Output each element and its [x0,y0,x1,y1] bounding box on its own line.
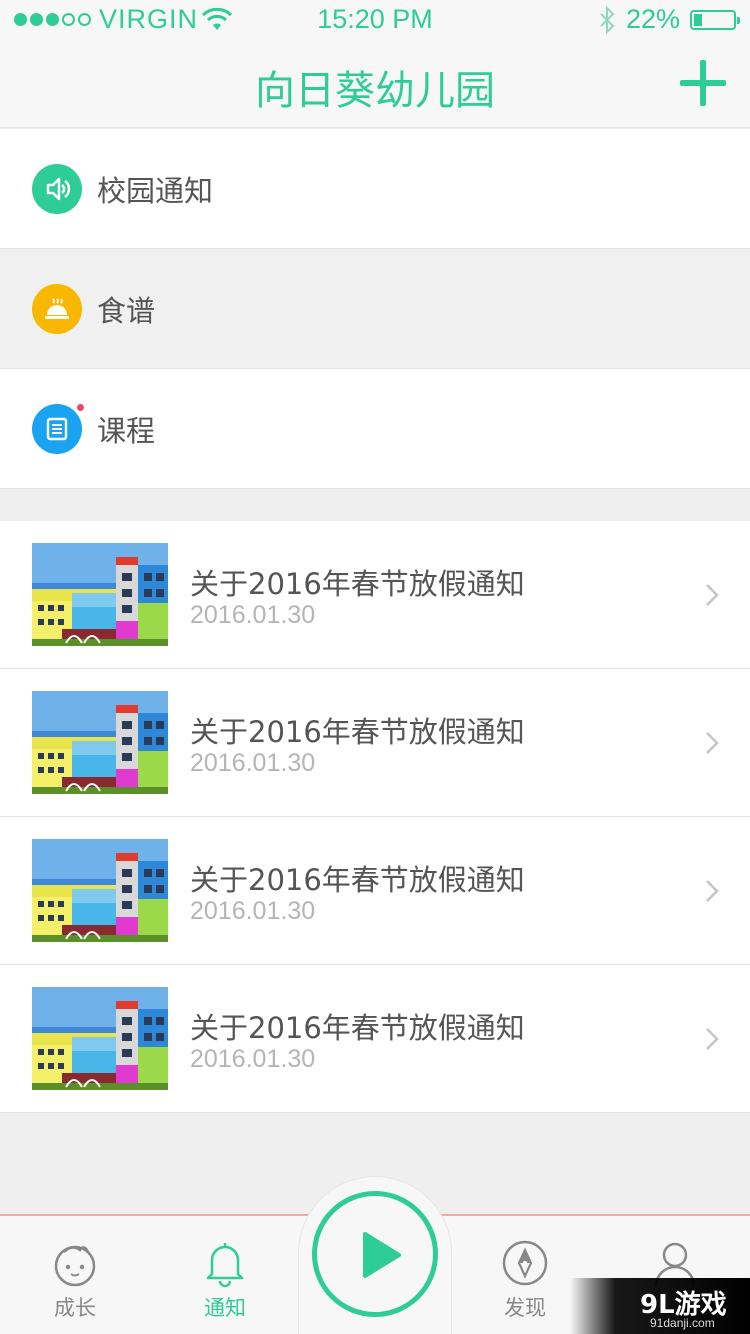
news-thumbnail [32,987,168,1090]
chevron-right-icon [706,1028,719,1050]
compass-icon [502,1240,548,1286]
news-date: 2016.01.30 [190,1045,316,1073]
menu-item-campus-notice[interactable]: 校园通知 [0,129,750,249]
news-thumbnail [32,691,168,794]
status-bar: VIRGIN 15:20 PM 22% [0,0,750,40]
menu-label: 课程 [97,413,156,448]
watermark-url: 91danji.com [650,1316,715,1330]
add-button[interactable] [680,60,726,106]
news-title: 关于2016年春节放假通知 [190,1011,525,1045]
bluetooth-icon [600,5,615,34]
news-title: 关于2016年春节放假通知 [190,863,525,897]
document-icon [32,401,86,454]
battery-icon [690,9,740,30]
play-button[interactable] [312,1191,438,1317]
baby-face-icon [54,1245,96,1287]
notification-badge [75,401,86,413]
chevron-right-icon [706,880,719,902]
news-thumbnail [32,839,168,942]
tab-label: 成长 [54,1296,96,1320]
news-date: 2016.01.30 [190,897,316,925]
list-item[interactable]: 关于2016年春节放假通知 2016.01.30 [0,965,750,1113]
menu-label: 食谱 [97,293,156,328]
list-item[interactable]: 关于2016年春节放假通知 2016.01.30 [0,521,750,669]
menu-item-recipe[interactable]: 食谱 [0,249,750,369]
watermark-logo: 9L游戏 91danji.com [570,1278,750,1334]
news-list: 关于2016年春节放假通知 2016.01.30 关于2016年春节放假通知 2… [0,521,750,1113]
page-title: 向日葵幼儿园 [255,68,495,114]
list-item[interactable]: 关于2016年春节放假通知 2016.01.30 [0,669,750,817]
battery-percent: 22% [625,4,680,34]
news-title: 关于2016年春节放假通知 [190,567,525,601]
news-thumbnail [32,543,168,646]
tab-notice[interactable]: 通知 [150,1216,300,1334]
tab-growth[interactable]: 成长 [0,1216,150,1334]
navigation-bar: 向日葵幼儿园 [0,40,750,128]
tab-label: 通知 [204,1296,246,1320]
news-date: 2016.01.30 [190,601,316,629]
list-item[interactable]: 关于2016年春节放假通知 2016.01.30 [0,817,750,965]
menu-item-course[interactable]: 课程 [0,369,750,489]
play-icon [363,1232,401,1278]
chevron-right-icon [706,732,719,754]
dish-icon [32,283,82,334]
menu-label: 校园通知 [97,173,214,208]
feature-menu: 校园通知 食谱 课程 [0,129,750,489]
bell-icon [206,1243,244,1288]
speaker-icon [32,163,82,214]
news-title: 关于2016年春节放假通知 [190,715,525,749]
chevron-right-icon [706,584,719,606]
news-date: 2016.01.30 [190,749,316,777]
